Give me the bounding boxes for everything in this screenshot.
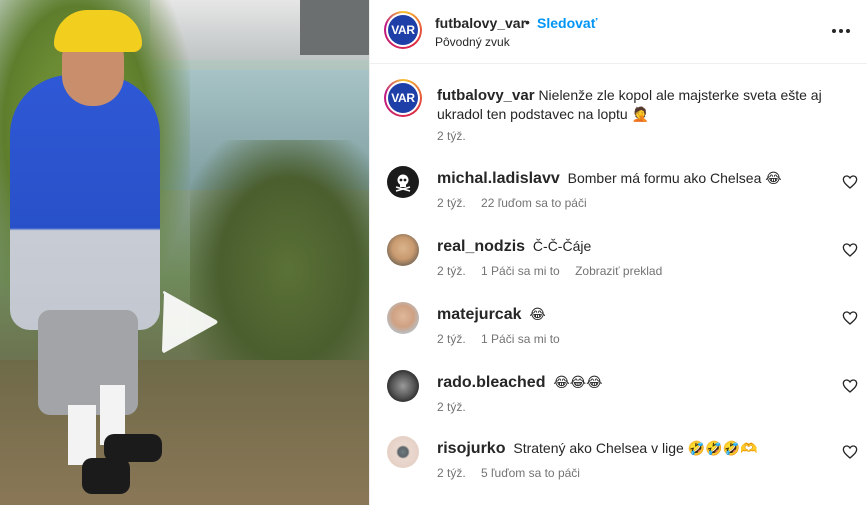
comment-item: real_nodzis Č-Č-Čáje 2 týž. 1 Páči sa mi… xyxy=(370,234,867,300)
avatar[interactable]: VAR xyxy=(384,11,422,49)
comment-avatar[interactable] xyxy=(387,370,419,402)
comment-text: 😂 xyxy=(529,306,546,322)
post-header: VAR futbalovy_var • Sledovať Pôvodný zvu… xyxy=(370,0,867,64)
comment-item: michal.ladislavv Bomber má formu ako Che… xyxy=(370,166,867,232)
comment-text: 😂😂😂 xyxy=(553,374,603,390)
post-side-panel: VAR futbalovy_var • Sledovať Pôvodný zvu… xyxy=(369,0,867,505)
heart-outline-icon[interactable] xyxy=(842,242,858,258)
comment-body: risojurko Stratený ako Chelsea v lige 🤣🤣… xyxy=(437,438,837,459)
comment-username[interactable]: risojurko xyxy=(437,440,505,457)
person-shoe-right xyxy=(104,434,162,462)
separator-dot: • xyxy=(525,14,530,30)
comment-meta: 2 týž. 22 ľuďom sa to páči xyxy=(437,196,599,210)
background-building xyxy=(300,0,369,55)
more-options-icon[interactable] xyxy=(830,20,852,42)
comment-meta: 2 týž. xyxy=(437,400,478,414)
comment-username[interactable]: real_nodzis xyxy=(437,238,525,255)
comment-body: real_nodzis Č-Č-Čáje xyxy=(437,236,837,257)
heart-outline-icon[interactable] xyxy=(842,378,858,394)
skull-icon xyxy=(395,174,411,192)
comment-time[interactable]: 2 týž. xyxy=(437,400,466,414)
comment-meta: 2 týž. 1 Páči sa mi to Zobraziť preklad xyxy=(437,264,674,278)
comment-avatar[interactable] xyxy=(387,302,419,334)
heart-outline-icon[interactable] xyxy=(842,174,858,190)
caption-avatar[interactable]: VAR xyxy=(384,79,422,117)
caption-avatar-logo: VAR xyxy=(388,83,418,113)
comment-likes[interactable]: 1 Páči sa mi to xyxy=(481,264,560,278)
comment-item: matejurcak 😂 2 týž. 1 Páči sa mi to xyxy=(370,302,867,368)
comment-body: rado.bleached 😂😂😂 xyxy=(437,372,837,393)
comment-body: michal.ladislavv Bomber má formu ako Che… xyxy=(437,168,837,189)
comment-username[interactable]: michal.ladislavv xyxy=(437,170,560,187)
comment-likes[interactable]: 1 Páči sa mi to xyxy=(481,332,560,346)
caption-text-block: futbalovy_var Nielenže zle kopol ale maj… xyxy=(437,86,837,124)
post-video[interactable] xyxy=(0,0,369,505)
heart-outline-icon[interactable] xyxy=(842,444,858,460)
comment-item: risojurko Stratený ako Chelsea v lige 🤣🤣… xyxy=(370,436,867,502)
more-dot xyxy=(832,29,836,33)
post-caption: VAR futbalovy_var Nielenže zle kopol ale… xyxy=(370,72,867,152)
person-jacket xyxy=(10,75,160,330)
follow-button[interactable]: Sledovať xyxy=(537,15,597,31)
comment-avatar[interactable] xyxy=(387,166,419,198)
comment-likes[interactable]: 5 ľuďom sa to páči xyxy=(481,466,580,480)
audio-label[interactable]: Pôvodný zvuk xyxy=(435,35,510,49)
comment-avatar[interactable] xyxy=(387,234,419,266)
show-translation-link[interactable]: Zobraziť preklad xyxy=(575,264,662,278)
caption-time[interactable]: 2 týž. xyxy=(437,129,466,143)
comment-meta: 2 týž. 1 Páči sa mi to xyxy=(437,332,572,346)
person-sock-left xyxy=(68,405,96,465)
person-cap xyxy=(54,10,142,52)
avatar-logo: VAR xyxy=(388,15,418,45)
comment-time[interactable]: 2 týž. xyxy=(437,466,466,480)
comment-username[interactable]: rado.bleached xyxy=(437,374,545,391)
more-dot xyxy=(839,29,843,33)
comment-body: matejurcak 😂 xyxy=(437,304,837,325)
comment-text: Stratený ako Chelsea v lige 🤣🤣🤣🫶 xyxy=(513,440,758,456)
comment-time[interactable]: 2 týž. xyxy=(437,332,466,346)
more-dot xyxy=(846,29,850,33)
person-shoe-left xyxy=(82,458,130,494)
comment-time[interactable]: 2 týž. xyxy=(437,196,466,210)
comment-text: Bomber má formu ako Chelsea 😂 xyxy=(567,170,782,186)
comment-item: rado.bleached 😂😂😂 2 týž. xyxy=(370,370,867,436)
caption-username[interactable]: futbalovy_var xyxy=(437,87,535,104)
comment-meta: 2 týž. 5 ľuďom sa to páči xyxy=(437,466,592,480)
comment-text: Č-Č-Čáje xyxy=(532,238,592,254)
comment-avatar[interactable] xyxy=(387,436,419,468)
comment-time[interactable]: 2 týž. xyxy=(437,264,466,278)
comment-username[interactable]: matejurcak xyxy=(437,306,522,323)
heart-outline-icon[interactable] xyxy=(842,310,858,326)
play-icon[interactable] xyxy=(156,288,220,356)
comment-likes[interactable]: 22 ľuďom sa to páči xyxy=(481,196,587,210)
post-username[interactable]: futbalovy_var xyxy=(435,15,526,31)
